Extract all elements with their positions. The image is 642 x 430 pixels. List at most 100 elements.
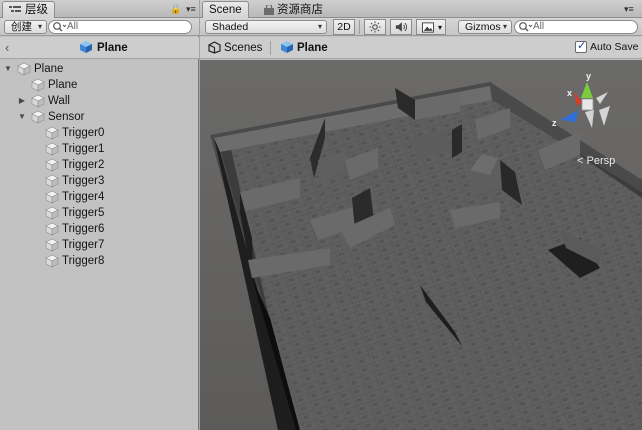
scene-breadcrumb: Scenes Plane ✓ Auto Save: [200, 37, 642, 59]
gizmos-dropdown[interactable]: Gizmos ▾: [458, 20, 512, 34]
tree-item-trigger[interactable]: Trigger0: [0, 125, 199, 141]
auto-save-label: Auto Save: [590, 41, 639, 53]
scene-panel: Scene 资源商店 ▾≡ Shaded ▾ 2D ▾ Gizmos ▾ All…: [200, 0, 642, 430]
create-dropdown[interactable]: 创建 ▾: [4, 20, 47, 34]
2d-toggle-button[interactable]: 2D: [333, 19, 355, 35]
scene-title: Plane: [297, 42, 328, 54]
chevron-down-icon: ▾: [502, 22, 507, 31]
create-dropdown-label: 创建: [11, 21, 32, 33]
tree-item-label: Trigger8: [62, 255, 105, 267]
hierarchy-search-input[interactable]: All: [48, 20, 192, 34]
gizmo-x-cone[interactable]: [574, 92, 582, 106]
tree-item-wall[interactable]: ▶ Wall: [0, 93, 199, 109]
tree-item-label: Trigger6: [62, 223, 105, 235]
search-icon: [519, 22, 532, 32]
tree-item-label: Sensor: [48, 111, 85, 123]
gizmos-label: Gizmos: [465, 21, 501, 33]
collapse-arrow-icon[interactable]: ▶: [17, 93, 27, 109]
gizmo-y-label: y: [586, 71, 591, 81]
prefab-cube-icon: [80, 41, 92, 53]
effects-dropdown[interactable]: ▾: [416, 19, 446, 35]
tree-item-trigger[interactable]: Trigger4: [0, 189, 199, 205]
gizmo-neg-z-cone[interactable]: [596, 92, 608, 104]
tab-scene-label: Scene: [209, 4, 242, 16]
speaker-icon: [395, 22, 407, 32]
scene-viewport[interactable]: y x z < Persp: [200, 60, 642, 430]
tree-item-trigger[interactable]: Trigger3: [0, 173, 199, 189]
sun-icon: [369, 21, 381, 33]
gizmo-z-cone[interactable]: [560, 110, 578, 122]
gameobject-cube-icon: [45, 254, 59, 268]
auto-save-checkbox[interactable]: ✓: [575, 40, 587, 53]
tree-item-label: Trigger0: [62, 127, 105, 139]
tree-item-label: Trigger1: [62, 143, 105, 155]
hierarchy-search-placeholder: All: [67, 21, 79, 32]
scene-search-placeholder: All: [533, 21, 545, 32]
gameobject-cube-icon: [45, 158, 59, 172]
hierarchy-toolbar: 创建 ▾ All: [0, 18, 199, 36]
lock-icon[interactable]: 🔒: [170, 3, 181, 15]
tree-item-trigger[interactable]: Trigger8: [0, 253, 199, 269]
tree-item-sensor[interactable]: ▼ Sensor: [0, 109, 199, 125]
gameobject-cube-icon: [31, 94, 45, 108]
tab-scene[interactable]: Scene: [202, 1, 249, 18]
tab-hierarchy[interactable]: 层级: [2, 1, 55, 18]
gizmo-neg-x-cone[interactable]: [599, 106, 610, 126]
tree-item-trigger[interactable]: Trigger1: [0, 141, 199, 157]
shading-mode-dropdown[interactable]: Shaded ▾: [205, 20, 327, 34]
hierarchy-tab-bar: 层级 🔒 ▾≡: [0, 0, 199, 18]
scene-search-input[interactable]: All: [514, 20, 638, 34]
gameobject-cube-icon: [45, 206, 59, 220]
hierarchy-title: Plane: [97, 42, 128, 54]
gameobject-cube-icon: [17, 62, 31, 76]
gameobject-cube-icon: [45, 142, 59, 156]
scene-toolbar: Shaded ▾ 2D ▾ Gizmos ▾ All: [200, 18, 642, 36]
tree-item-plane[interactable]: Plane: [0, 77, 199, 93]
tree-item-trigger[interactable]: Trigger2: [0, 157, 199, 173]
image-icon: [422, 22, 434, 33]
tree-item-trigger[interactable]: Trigger5: [0, 205, 199, 221]
chevron-down-icon: ▾: [437, 23, 442, 32]
panel-menu-icon[interactable]: ▾≡: [624, 3, 634, 15]
expand-arrow-icon[interactable]: ▼: [3, 61, 13, 77]
tab-asset-store-label: 资源商店: [277, 4, 323, 16]
gizmo-neg-y-cone[interactable]: [585, 110, 594, 128]
gameobject-cube-icon: [31, 110, 45, 124]
hierarchy-tree: ▼ Plane Plane ▶ Wall ▼ Sensor Trigger0 T…: [0, 61, 199, 269]
projection-toggle[interactable]: < Persp: [577, 155, 615, 167]
chevron-down-icon: ▾: [37, 22, 42, 31]
tree-item-label: Trigger2: [62, 159, 105, 171]
hierarchy-list-icon: [9, 6, 21, 12]
tree-item-label: Trigger5: [62, 207, 105, 219]
gameobject-cube-icon: [45, 174, 59, 188]
expand-arrow-icon[interactable]: ▼: [17, 109, 27, 125]
gizmo-y-cone[interactable]: [581, 82, 593, 98]
tree-item-label: Trigger7: [62, 239, 105, 251]
persp-chevron-icon: <: [577, 155, 584, 167]
panel-menu-icon[interactable]: ▾≡: [186, 3, 196, 15]
gameobject-cube-icon: [45, 238, 59, 252]
scene-tab-bar: Scene 资源商店 ▾≡: [200, 0, 642, 18]
gameobject-cube-icon: [31, 78, 45, 92]
tree-item-trigger[interactable]: Trigger7: [0, 237, 199, 253]
tree-item-label: Trigger4: [62, 191, 105, 203]
audio-toggle-button[interactable]: [390, 19, 412, 35]
gameobject-cube-icon: [45, 222, 59, 236]
gizmo-center-cube[interactable]: [581, 98, 594, 111]
gameobject-cube-icon: [45, 126, 59, 140]
tab-asset-store[interactable]: 资源商店: [256, 1, 330, 18]
tab-hierarchy-label: 层级: [25, 4, 48, 16]
tree-item-plane-root[interactable]: ▼ Plane: [0, 61, 199, 77]
tree-item-label: Plane: [48, 79, 78, 91]
tree-item-trigger[interactable]: Trigger6: [0, 221, 199, 237]
tree-item-label: Plane: [34, 63, 64, 75]
scenes-breadcrumb-link[interactable]: Scenes: [224, 41, 262, 55]
gizmo-x-label: x: [567, 88, 572, 98]
back-arrow-icon[interactable]: ‹: [5, 40, 9, 55]
breadcrumb-divider: [270, 41, 271, 55]
gizmo-z-label: z: [552, 118, 557, 128]
lighting-toggle-button[interactable]: [364, 19, 386, 35]
shading-mode-label: Shaded: [212, 21, 249, 33]
orientation-gizmo[interactable]: y x z: [552, 68, 622, 138]
prefab-cube-icon: [281, 41, 293, 53]
